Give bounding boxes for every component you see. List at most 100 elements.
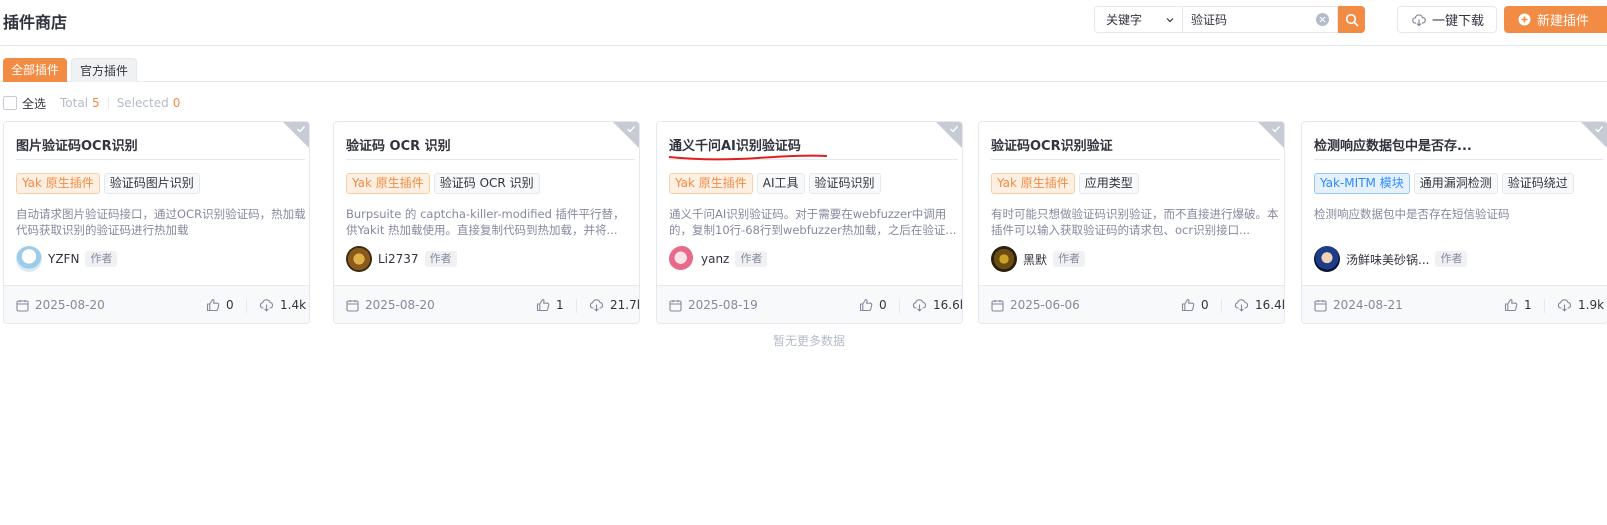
card-footer: 2025-06-06 0 16.4k [979,285,1284,323]
download-button[interactable]: 1.4k [259,298,306,312]
download-button[interactable]: 16.6k [912,298,962,312]
thumbs-up-icon[interactable] [859,298,873,312]
clear-icon[interactable] [1316,13,1329,26]
author-badge: 作者 [424,251,457,267]
no-more-data-text: 暂无更多数据 [773,334,846,348]
plugin-card[interactable]: 通义千问AI识别验证码 Yak 原生插件 AI工具 验证码识别 通义千问AI识别验证… [656,121,963,324]
plugin-date: 2025-08-20 [346,298,435,312]
author-name[interactable]: Li2737 [378,252,419,266]
select-all-checkbox[interactable] [3,96,17,110]
like-button[interactable]: 0 [859,298,887,312]
plugin-card[interactable]: 验证码 OCR 识别 Yak 原生插件 验证码 OCR 识别 Burpsuite … [333,121,640,324]
card-divider [991,159,1280,160]
like-count: 0 [226,298,234,312]
footer-divider [899,299,900,313]
plugin-card[interactable]: 图片验证码OCR识别 Yak 原生插件 验证码图片识别 自动请求图片验证码接口，通… [3,121,310,324]
plugin-card[interactable]: 检测响应数据包中是否存... Yak-MITM 模块 通用漏洞检测 验证码绕过 检测… [1301,121,1607,324]
plugin-tag: Yak 原生插件 [669,173,753,194]
plugin-description: 通义千问AI识别验证码。对于需要在webfuzzer中调用的，复制10行-68行… [669,207,957,237]
tab-all-plugins[interactable]: 全部插件 [3,58,68,82]
plugin-tag: AI工具 [756,173,805,194]
like-button[interactable]: 1 [1504,298,1532,312]
date-value: 2025-08-20 [365,298,435,312]
cloud-download-icon[interactable] [1234,298,1249,312]
like-button[interactable]: 0 [206,298,234,312]
search-input[interactable]: 验证码 [1183,6,1338,33]
plugin-tags: Yak 原生插件 验证码图片识别 [16,173,200,194]
plus-circle-icon [1518,13,1531,26]
card-divider [346,159,635,160]
like-count: 1 [556,298,564,312]
avatar [16,246,42,272]
plugin-title[interactable]: 图片验证码OCR识别 [16,135,306,154]
cloud-download-icon[interactable] [1557,298,1572,312]
plugin-tag: 通用漏洞检测 [1413,173,1498,194]
like-button[interactable]: 0 [1181,298,1209,312]
cloud-download-icon[interactable] [589,298,604,312]
selected-label: Selected [116,96,169,110]
thumbs-up-icon[interactable] [1504,298,1518,312]
download-button[interactable]: 21.7k [589,298,639,312]
calendar-icon [1314,299,1327,312]
cloud-download-icon[interactable] [259,298,274,312]
plugin-tag: 应用类型 [1078,173,1139,194]
new-plugin-button[interactable]: 新建插件 [1504,6,1607,33]
plugin-date: 2024-08-21 [1314,298,1403,312]
plugin-tag: Yak 原生插件 [346,173,430,194]
plugin-tag: Yak 原生插件 [16,173,100,194]
like-button[interactable]: 1 [536,298,564,312]
plugin-tag: Yak 原生插件 [991,173,1075,194]
plugin-description: 自动请求图片验证码接口，通过OCR识别验证码，热加载代码获取识别的验证码进行热加… [16,207,306,237]
download-count: 16.4k [1255,298,1284,312]
calendar-icon [669,299,682,312]
date-value: 2025-08-19 [688,298,758,312]
plugin-title[interactable]: 验证码 OCR 识别 [346,135,636,154]
card-footer: 2025-08-20 0 1.4k [4,285,309,323]
plugin-author: Li2737 作者 [346,246,457,272]
cloud-download-icon[interactable] [912,298,927,312]
annotation-underline [668,154,828,161]
plugin-title[interactable]: 检测响应数据包中是否存... [1314,135,1604,154]
avatar [669,246,695,272]
like-count: 1 [1524,298,1532,312]
footer-divider [246,299,247,313]
author-name[interactable]: 黑默 [1023,251,1047,268]
thumbs-up-icon[interactable] [206,298,220,312]
check-icon [297,126,306,133]
plugin-card[interactable]: 验证码OCR识别验证 Yak 原生插件 应用类型 有时可能只想做验证码识别验证，而… [978,121,1285,324]
download-button[interactable]: 1.9k [1557,298,1604,312]
download-button[interactable]: 16.4k [1234,298,1284,312]
total-label: Total [60,96,89,110]
plugin-author: 汤鲜味美砂锅... 作者 [1314,246,1468,272]
thumbs-up-icon[interactable] [1181,298,1195,312]
plugin-tag: 验证码识别 [808,173,881,194]
check-icon [1272,126,1281,133]
search-button[interactable] [1338,6,1365,33]
footer-divider [1544,299,1545,313]
author-name[interactable]: YZFN [48,252,79,266]
check-icon [950,126,959,133]
avatar [1314,246,1340,272]
thumbs-up-icon[interactable] [536,298,550,312]
search-input-value: 验证码 [1191,13,1228,27]
tab-official-plugins[interactable]: 官方插件 [71,58,138,82]
download-count: 21.7k [610,298,639,312]
check-icon [1595,126,1604,133]
search-type-select[interactable]: 关键字 [1094,6,1183,33]
footer-divider [1221,299,1222,313]
author-name[interactable]: 汤鲜味美砂锅... [1346,251,1429,268]
card-footer: 2025-08-20 1 21.7k [334,285,639,323]
calendar-icon [346,299,359,312]
plugin-title[interactable]: 通义千问AI识别验证码 [669,135,959,154]
plugin-title[interactable]: 验证码OCR识别验证 [991,135,1281,154]
chevron-down-icon [1166,18,1174,23]
date-value: 2024-08-21 [1333,298,1403,312]
author-name[interactable]: yanz [701,252,729,266]
download-all-button[interactable]: 一键下载 [1397,6,1497,33]
selection-divider [107,97,109,109]
select-all-label[interactable]: 全选 [22,95,46,112]
plugin-tags: Yak 原生插件 应用类型 [991,173,1139,194]
date-value: 2025-08-20 [35,298,105,312]
card-footer: 2024-08-21 1 1.9k [1302,285,1607,323]
card-divider [16,159,305,160]
